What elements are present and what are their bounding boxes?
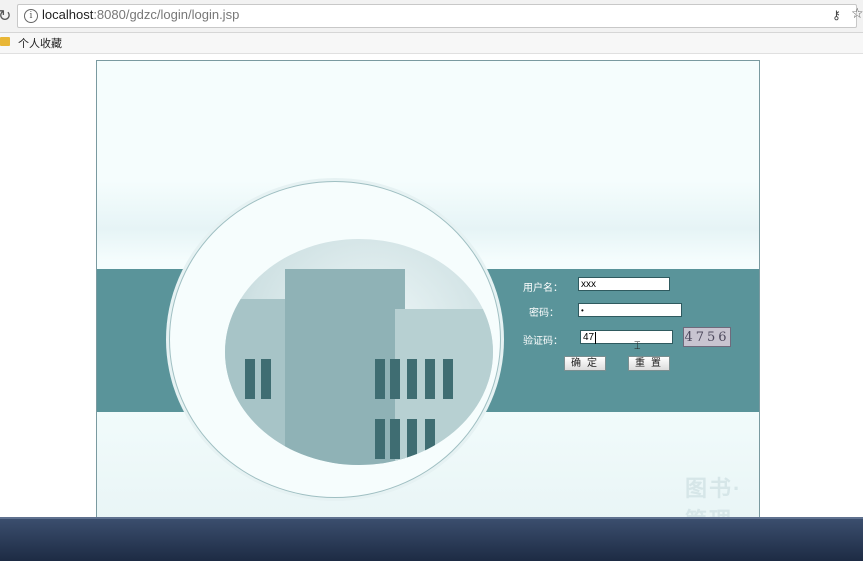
window xyxy=(375,359,385,399)
captcha-image[interactable]: 4756 xyxy=(683,327,731,347)
window xyxy=(375,419,385,459)
bookmark-star-icon[interactable]: ☆ xyxy=(851,6,863,22)
url-input[interactable]: i localhost:8080/gdzc/login/login.jsp xyxy=(17,4,857,28)
os-taskbar xyxy=(0,517,863,561)
captcha-input[interactable]: 47 xyxy=(580,330,673,344)
password-input[interactable]: • xyxy=(578,303,682,317)
captcha-label: 验证码： xyxy=(523,336,563,347)
info-icon[interactable]: i xyxy=(24,9,38,23)
text-cursor-icon: ⌶ xyxy=(634,339,641,352)
url-host: localhost xyxy=(42,7,94,22)
url-path: :8080/gdzc/login/login.jsp xyxy=(93,7,240,22)
password-label: 密码： xyxy=(529,308,559,319)
reset-button[interactable]: 重置 xyxy=(628,356,670,371)
login-frame: 图书·管理 用户名： xxx 密码： • 验证码： 47 4756 ⌶ 确定 重… xyxy=(96,60,760,522)
text-caret xyxy=(595,332,596,344)
window xyxy=(407,359,417,399)
window xyxy=(443,359,453,399)
bookmarks-bar: 个人收藏 xyxy=(0,33,863,54)
watermark-logo: 图书·管理 xyxy=(685,476,743,522)
building-photo xyxy=(225,239,493,465)
confirm-button[interactable]: 确定 xyxy=(564,356,606,371)
captcha-input-text: 47 xyxy=(583,332,595,343)
bookmark-folder-personal[interactable]: 个人收藏 xyxy=(18,35,62,51)
window xyxy=(390,359,400,399)
folder-icon xyxy=(0,37,10,46)
window xyxy=(261,359,271,399)
username-label: 用户名： xyxy=(523,283,563,294)
building-tower xyxy=(285,269,405,465)
browser-address-bar: ↻ i localhost:8080/gdzc/login/login.jsp … xyxy=(0,0,863,33)
window xyxy=(407,419,417,459)
window xyxy=(245,359,255,399)
key-icon[interactable]: ⚷ xyxy=(832,8,841,22)
username-input[interactable]: xxx xyxy=(578,277,670,291)
window xyxy=(390,419,400,459)
url-text: localhost:8080/gdzc/login/login.jsp xyxy=(42,7,239,22)
window xyxy=(425,419,435,459)
window xyxy=(425,359,435,399)
reload-icon[interactable]: ↻ xyxy=(0,6,11,25)
